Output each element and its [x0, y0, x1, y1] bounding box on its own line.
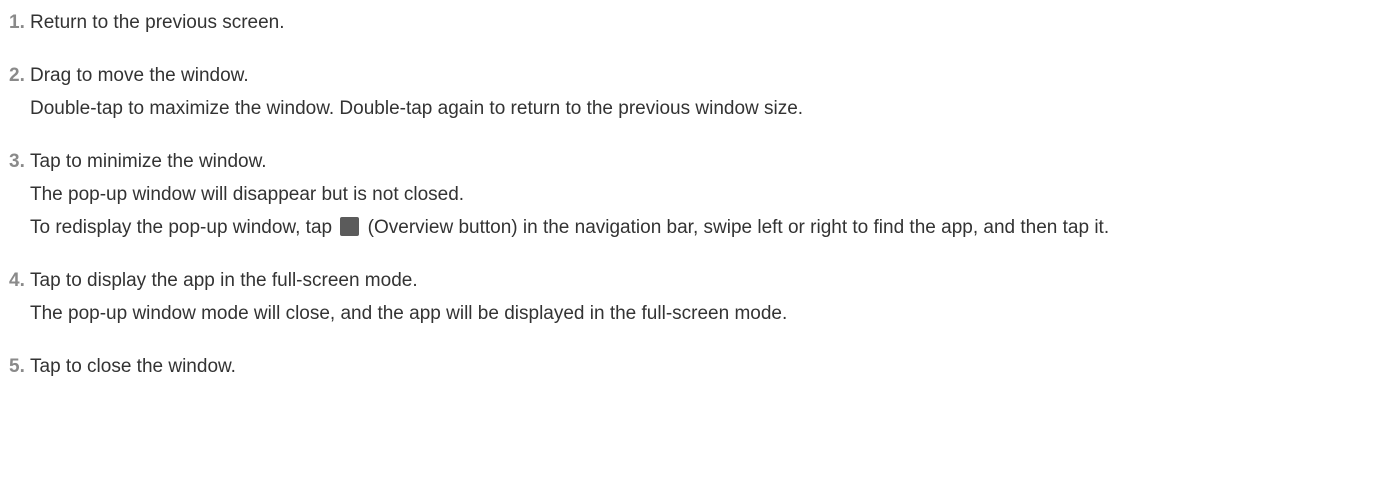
item-text: The pop-up window will disappear but is … [30, 184, 465, 205]
item-number: 2. [9, 65, 25, 86]
item-text: Drag to move the window. [30, 65, 249, 86]
instruction-list: 1. Return to the previous screen. 2. Dra… [0, 0, 1393, 383]
item-number: 3. [9, 151, 25, 172]
redisplay-instruction: To redisplay the pop-up window, tap (Ove… [30, 211, 1393, 244]
item-body: Tap to minimize the window. The pop-up w… [30, 145, 1393, 244]
item-text: Double-tap to maximize the window. Doubl… [30, 98, 804, 119]
item-body: Tap to close the window. [30, 350, 1393, 383]
list-item: 1. Return to the previous screen. [9, 6, 1393, 39]
list-item: 5. Tap to close the window. [9, 350, 1393, 383]
item-text: Tap to close the window. [30, 356, 236, 377]
item-body: Drag to move the window. Double-tap to m… [30, 59, 1393, 125]
list-item: 2. Drag to move the window. Double-tap t… [9, 59, 1393, 125]
list-item: 3. Tap to minimize the window. The pop-u… [9, 145, 1393, 244]
item-body: Tap to display the app in the full-scree… [30, 264, 1393, 330]
item-number: 4. [9, 270, 25, 291]
item-text: Tap to display the app in the full-scree… [30, 270, 418, 291]
item-text: Tap to minimize the window. [30, 151, 267, 172]
redisplay-text-after: (Overview button) in the navigation bar,… [367, 217, 1110, 238]
list-item: 4. Tap to display the app in the full-sc… [9, 264, 1393, 330]
overview-button-icon [340, 217, 360, 236]
item-number: 5. [9, 356, 25, 377]
item-body: Return to the previous screen. [30, 6, 1393, 39]
item-text: Return to the previous screen. [30, 12, 285, 33]
item-text: The pop-up window mode will close, and t… [30, 303, 788, 324]
item-number: 1. [9, 12, 25, 33]
redisplay-text-before: To redisplay the pop-up window, tap [30, 217, 333, 238]
